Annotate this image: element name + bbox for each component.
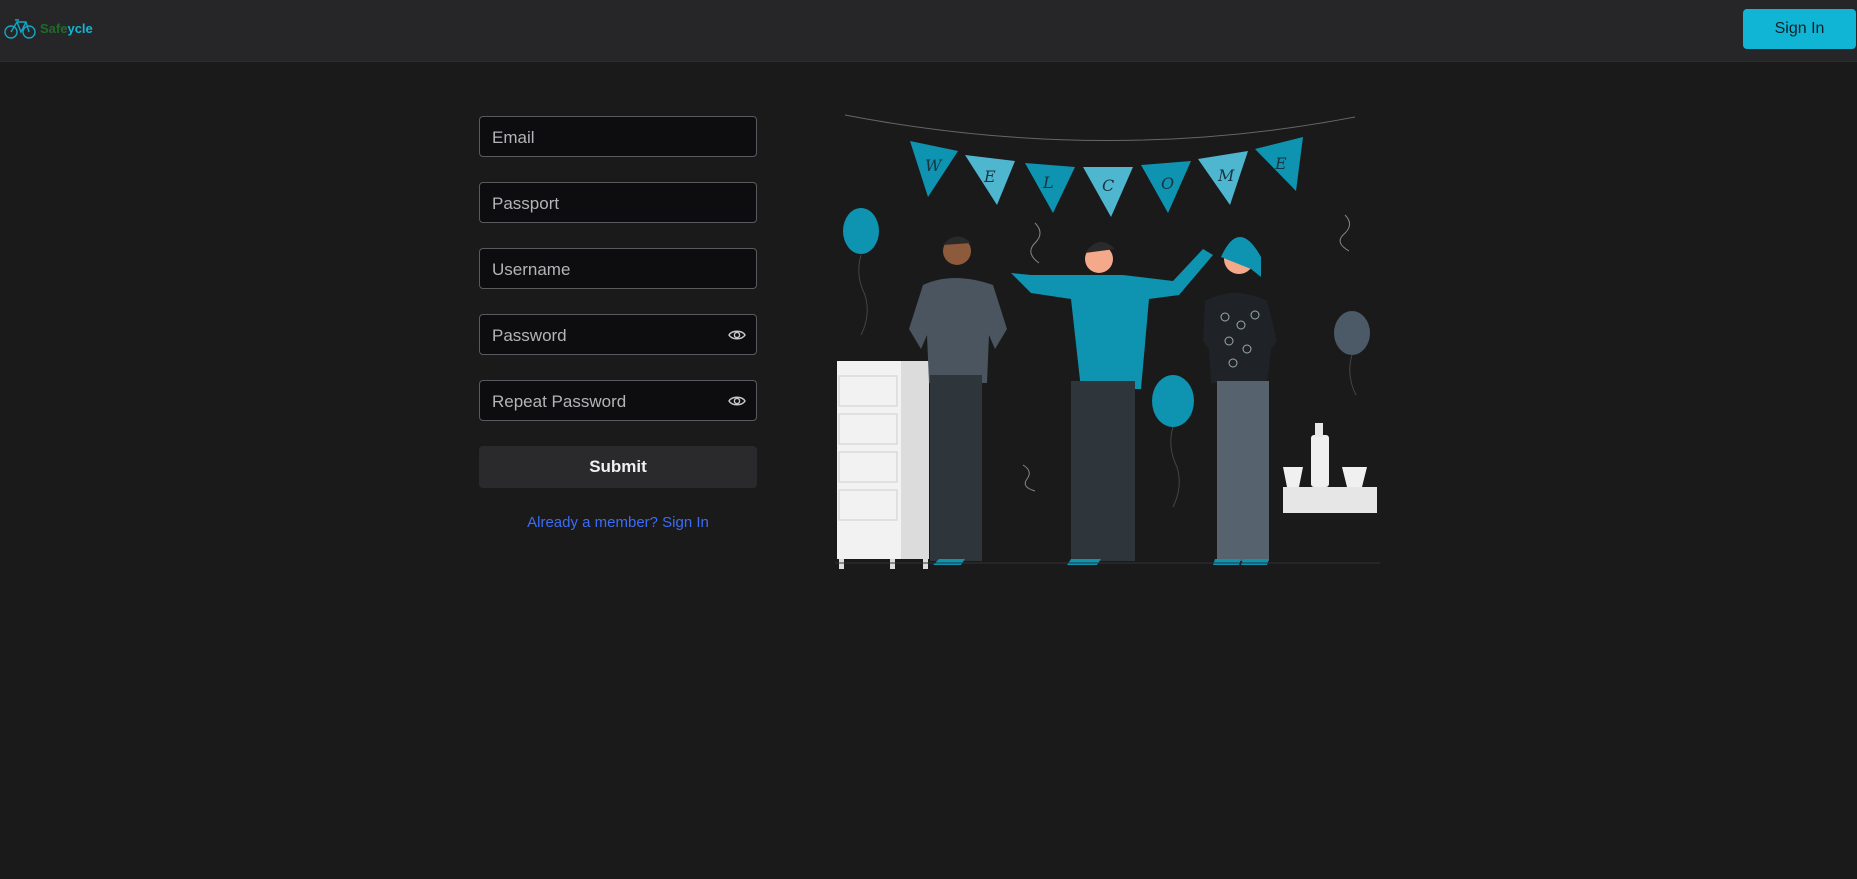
person-right [1203,237,1277,565]
username-field[interactable]: Username [479,248,757,289]
bicycle-icon [4,19,36,39]
sign-in-link[interactable]: Already a member? Sign In [479,514,757,531]
welcome-banner: W E L C O M E [910,137,1303,217]
cabinet [837,361,929,569]
email-placeholder: Email [492,128,535,147]
banner-letter: C [1102,176,1114,195]
banner-letter: E [983,167,996,186]
eye-icon[interactable] [728,327,746,343]
brand-name: Safeycle [40,20,93,36]
username-placeholder: Username [492,260,571,279]
brand-logo[interactable]: Safeycle [4,15,93,41]
registration-form: Email Passport Username Password Repeat … [479,116,757,488]
banner-letter: W [925,156,943,175]
banner-letter: E [1274,154,1287,173]
email-field[interactable]: Email [479,116,757,157]
eye-icon[interactable] [728,393,746,409]
banner-letter: O [1161,174,1174,193]
top-navbar: Safeycle Sign In [0,0,1857,62]
side-table [1283,423,1377,513]
welcome-illustration: W E L C O M E [835,114,1380,569]
repeat-password-field[interactable]: Repeat Password [479,380,757,421]
header-sign-in-button[interactable]: Sign In [1743,9,1856,49]
password-field[interactable]: Password [479,314,757,355]
banner-letter: M [1217,166,1235,185]
repeat-password-placeholder: Repeat Password [492,392,627,411]
banner-letter: L [1042,173,1054,192]
submit-button[interactable]: Submit [479,446,757,488]
password-placeholder: Password [492,326,567,345]
passport-field[interactable]: Passport [479,182,757,223]
passport-placeholder: Passport [492,194,560,213]
